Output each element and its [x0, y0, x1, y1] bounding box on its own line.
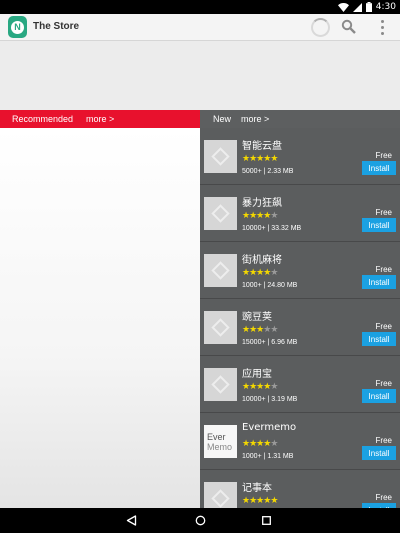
- cellular-signal-icon: [352, 2, 362, 12]
- install-button[interactable]: Install: [362, 275, 396, 289]
- app-meta: 1000+ | 1.31 MB: [242, 453, 294, 460]
- app-meta: 10000+ | 33.32 MB: [242, 225, 302, 232]
- app-price: Free: [375, 322, 392, 331]
- star-rating: ★★★★★: [242, 154, 278, 164]
- app-thumbnail[interactable]: Ever Memo: [204, 425, 237, 458]
- app-name: 街机麻将: [242, 255, 282, 266]
- app-list-item[interactable]: 智能云盘 ★★★★★ 5000+ | 2.33 MB Free Install: [200, 128, 400, 185]
- star-icon: ★: [270, 268, 278, 278]
- loading-spinner-icon: [311, 18, 330, 37]
- new-more-link[interactable]: more >: [241, 114, 269, 124]
- image-placeholder-icon: [211, 147, 230, 166]
- home-icon[interactable]: [195, 515, 206, 526]
- install-button[interactable]: Install: [362, 218, 396, 232]
- app-list-item[interactable]: 豌豆荚 ★★★★★ 15000+ | 6.96 MB Free Install: [200, 299, 400, 356]
- recommended-label: Recommended: [12, 114, 74, 124]
- new-header: New more >: [200, 110, 400, 128]
- star-icon: ★: [270, 154, 278, 164]
- app-meta: 1000+ | 24.80 MB: [242, 282, 298, 289]
- app-name: 智能云盘: [242, 141, 282, 152]
- status-icons: 4:30: [337, 0, 396, 14]
- app-logo-letter: N: [11, 20, 24, 34]
- star-rating: ★★★★★: [242, 325, 278, 335]
- wifi-icon: [337, 2, 349, 12]
- app-name: 应用宝: [242, 369, 272, 380]
- recommended-more-link[interactable]: more >: [86, 114, 114, 124]
- app-name: 豌豆荚: [242, 312, 272, 323]
- back-icon[interactable]: [126, 515, 137, 526]
- app-thumbnail[interactable]: [204, 311, 237, 344]
- app-list-item[interactable]: 应用宝 ★★★★★ 10000+ | 3.19 MB Free Install: [200, 356, 400, 413]
- recommended-header: Recommended more >: [0, 110, 200, 128]
- app-list-item[interactable]: Ever Memo Evermemo ★★★★★ 1000+ | 1.31 MB Free…: [200, 413, 400, 470]
- star-icon: ★: [270, 382, 278, 392]
- app-meta: 5000+ | 2.33 MB: [242, 168, 294, 175]
- overflow-menu-icon[interactable]: [376, 18, 388, 37]
- app-meta: 10000+ | 3.19 MB: [242, 396, 298, 403]
- status-time: 4:30: [375, 2, 396, 12]
- app-meta: 15000+ | 6.96 MB: [242, 339, 298, 346]
- app-price: Free: [375, 436, 392, 445]
- app-price: Free: [375, 151, 392, 160]
- new-label: New: [213, 114, 232, 124]
- image-placeholder-icon: [211, 489, 230, 508]
- install-button[interactable]: Install: [362, 332, 396, 346]
- app-price: Free: [375, 379, 392, 388]
- app-thumbnail[interactable]: [204, 254, 237, 287]
- install-button[interactable]: Install: [362, 389, 396, 403]
- app-thumbnail[interactable]: [204, 368, 237, 401]
- star-icon: ★: [270, 325, 278, 335]
- image-placeholder-icon: [211, 318, 230, 337]
- app-thumbnail[interactable]: [204, 197, 237, 230]
- star-rating: ★★★★★: [242, 211, 278, 221]
- app-thumbnail[interactable]: [204, 140, 237, 173]
- app-list-item[interactable]: 暴力狂飙 ★★★★★ 10000+ | 33.32 MB Free Install: [200, 185, 400, 242]
- install-button[interactable]: Install: [362, 446, 396, 460]
- star-rating: ★★★★★: [242, 439, 278, 449]
- app-logo-icon: N: [8, 16, 27, 38]
- app-list-item[interactable]: 记事本★★★★★FreeInstall: [200, 470, 400, 508]
- navigation-bar: [0, 508, 400, 533]
- star-rating: ★★★★★: [242, 382, 278, 392]
- app-thumbnail-text: Memo: [207, 441, 233, 452]
- banner-area: [0, 41, 400, 110]
- app-price: Free: [375, 493, 392, 502]
- app-name: Evermemo: [242, 422, 297, 433]
- star-icon: ★: [270, 496, 278, 506]
- image-placeholder-icon: [211, 261, 230, 280]
- new-app-list: 智能云盘 ★★★★★ 5000+ | 2.33 MB Free Install 暴力狂飙 ★…: [200, 128, 400, 508]
- action-bar: N The Store: [0, 14, 400, 41]
- image-placeholder-icon: [211, 375, 230, 394]
- app-thumbnail[interactable]: [204, 482, 237, 508]
- star-rating: ★★★★★: [242, 268, 278, 278]
- search-icon[interactable]: [341, 19, 357, 35]
- status-bar: 4:30: [0, 0, 400, 14]
- app-price: Free: [375, 265, 392, 274]
- battery-icon: [365, 2, 372, 12]
- install-button[interactable]: Install: [362, 161, 396, 175]
- app-name: 记事本: [242, 483, 272, 494]
- recommended-panel: [0, 128, 200, 508]
- app-thumbnail-text: Ever: [207, 431, 226, 442]
- app-name: 暴力狂飙: [242, 198, 282, 209]
- app-title: The Store: [33, 21, 80, 32]
- app-price: Free: [375, 208, 392, 217]
- app-list-item[interactable]: 街机麻将 ★★★★★ 1000+ | 24.80 MB Free Install: [200, 242, 400, 299]
- star-rating: ★★★★★: [242, 496, 278, 506]
- image-placeholder-icon: [211, 204, 230, 223]
- star-icon: ★: [270, 439, 278, 449]
- star-icon: ★: [270, 211, 278, 221]
- recents-icon[interactable]: [262, 516, 271, 525]
